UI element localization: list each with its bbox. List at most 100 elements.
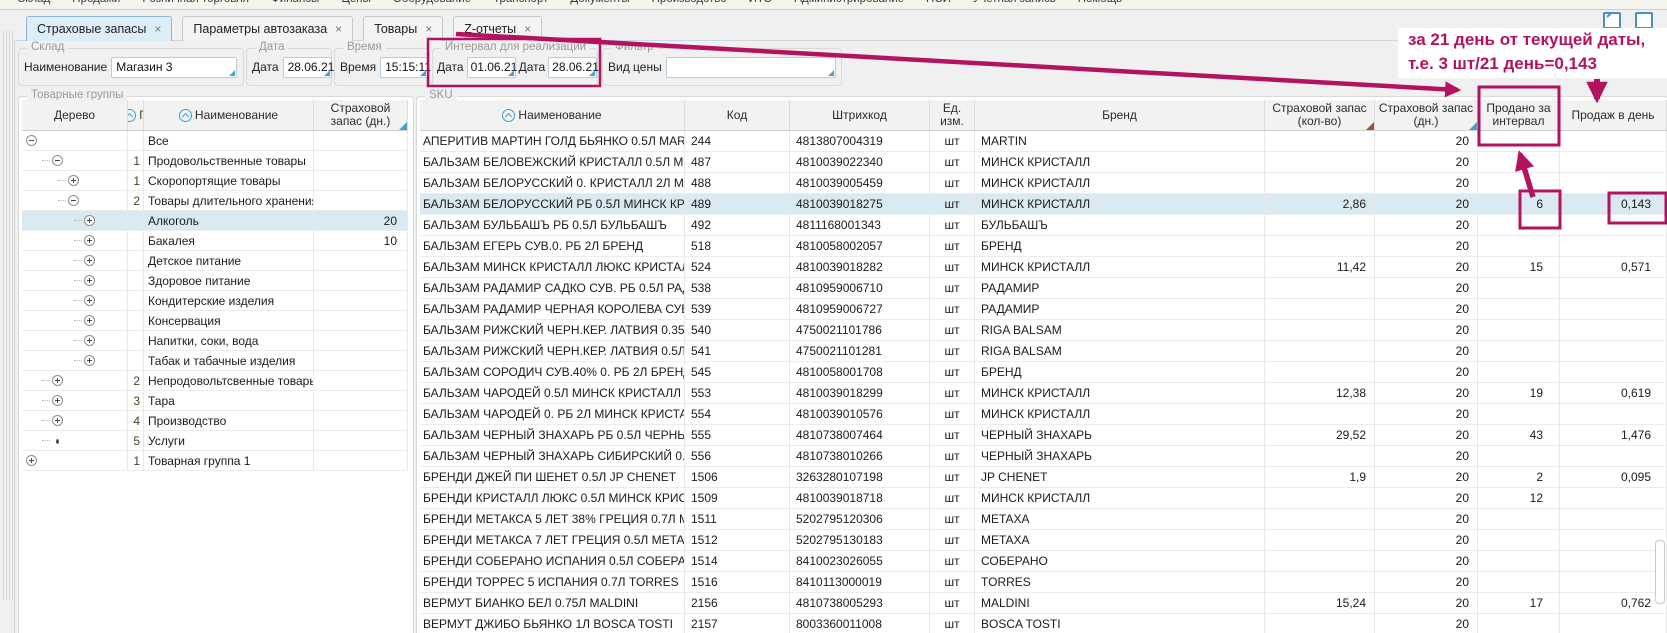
tab-Параметры автозаказа[interactable]: Параметры автозаказа× — [182, 16, 353, 41]
sku-row[interactable]: БАЛЬЗАМ ЧЕРНЫЙ ЗНАХАРЬ СИБИРСКИЙ 0.5Л ЧЕ… — [420, 446, 1667, 467]
expand-icon[interactable] — [52, 415, 63, 426]
tab-close-icon[interactable]: × — [335, 22, 342, 36]
sku-row[interactable]: БАЛЬЗАМ ЧАРОДЕЙ 0.5Л МИНСК КРИСТАЛЛ55348… — [420, 383, 1667, 404]
menu-item[interactable]: ИТО — [738, 0, 784, 5]
column-header[interactable]: Страховой запас (дн.) — [1375, 100, 1478, 130]
menu-item[interactable]: Учетная запись — [962, 0, 1067, 5]
sku-row[interactable]: БРЕНДИ МЕТАКСА 5 ЛЕТ 38% ГРЕЦИЯ 0.7Л МЕТ… — [420, 509, 1667, 530]
column-header[interactable]: Дерево — [22, 100, 128, 130]
sku-row[interactable]: БРЕНДИ СОБЕРАНО ИСПАНИЯ 0.5Л СОБЕРАНО151… — [420, 551, 1667, 572]
sku-row[interactable]: БАЛЬЗАМ РАДАМИР ЧЕРНАЯ КОРОЛЕВА СУВ 0.5Л… — [420, 299, 1667, 320]
collapse-icon[interactable] — [26, 135, 37, 146]
expand-icon[interactable] — [84, 275, 95, 286]
column-header[interactable]: Ед. изм. — [930, 100, 975, 130]
tab-Z-отчеты[interactable]: Z-отчеты× — [453, 16, 542, 41]
interval-from-combo[interactable]: 01.06.21 — [467, 57, 516, 78]
maximize-window-icon[interactable] — [1635, 12, 1653, 29]
column-header[interactable]: Код — [685, 100, 790, 130]
column-header[interactable]: Наименование — [420, 100, 685, 130]
tree-row[interactable]: Все — [22, 131, 408, 151]
tree-row[interactable]: Напитки, соки, вода — [22, 331, 408, 351]
collapsed-panel-splitter[interactable] — [9, 30, 10, 600]
tree-row[interactable]: 1Продовольственные товары — [22, 151, 408, 171]
tree-row[interactable]: Консервация — [22, 311, 408, 331]
tree-row[interactable]: Кондитерские изделия — [22, 291, 408, 311]
sku-row[interactable]: ВЕРМУТ ДЖИБО БЬЯНКО 1Л BOSCA TOSTI215780… — [420, 614, 1667, 633]
menu-item[interactable]: Склад — [6, 0, 61, 5]
menu-item[interactable]: Документы — [559, 0, 640, 5]
expand-icon[interactable] — [84, 315, 95, 326]
tab-Страховые запасы[interactable]: Страховые запасы× — [26, 16, 172, 41]
sku-row[interactable]: ВЕРМУТ БИАНКО БЕЛ 0.75Л MALDINI215648107… — [420, 593, 1667, 614]
tree-row[interactable]: 3Тара — [22, 391, 408, 411]
expand-icon[interactable] — [52, 375, 63, 386]
column-header[interactable]: П — [128, 100, 144, 130]
menu-item[interactable]: Помощь — [1067, 0, 1133, 5]
expand-icon[interactable] — [84, 295, 95, 306]
expand-icon[interactable] — [84, 355, 95, 366]
expand-icon[interactable] — [52, 395, 63, 406]
menu-item[interactable]: Оборудование — [382, 0, 482, 5]
column-header[interactable]: Штрихкод — [790, 100, 930, 130]
sku-row[interactable]: БАЛЬЗАМ БЕЛОРУССКИЙ 0. КРИСТАЛЛ 2Л МИНСК… — [420, 173, 1667, 194]
expand-icon[interactable] — [84, 235, 95, 246]
expand-icon[interactable] — [84, 335, 95, 346]
tab-Товары[interactable]: Товары× — [363, 16, 443, 41]
column-header[interactable]: Страховой запас (кол-во) — [1265, 100, 1375, 130]
menu-item[interactable]: Производство — [641, 0, 738, 5]
sku-row[interactable]: БАЛЬЗАМ РИЖСКИЙ ЧЕРН.КЕР. ЛАТВИЯ 0.35Л R… — [420, 320, 1667, 341]
menu-item[interactable]: Розничная торговля — [131, 0, 260, 5]
time-combo[interactable]: 15:15:11 — [380, 57, 428, 78]
sku-row[interactable]: БАЛЬЗАМ БЕЛОВЕЖСКИЙ КРИСТАЛЛ 0.5Л МИНСК … — [420, 152, 1667, 173]
menu-item[interactable]: Администрирование — [783, 0, 915, 5]
column-header[interactable]: Наименование — [144, 100, 314, 130]
tab-close-icon[interactable]: × — [425, 22, 432, 36]
collapsed-panel-splitter[interactable] — [6, 30, 7, 600]
sku-row[interactable]: БАЛЬЗАМ ЧЕРНЫЙ ЗНАХАРЬ РБ 0.5Л ЧЕРНЫЙ ЗН… — [420, 425, 1667, 446]
restore-window-icon[interactable] — [1603, 12, 1621, 29]
sku-row[interactable]: БАЛЬЗАМ РИЖСКИЙ ЧЕРН.КЕР. ЛАТВИЯ 0.5Л RI… — [420, 341, 1667, 362]
menu-item[interactable]: Продажи — [61, 0, 131, 5]
tree-row[interactable]: Табак и табачные изделия — [22, 351, 408, 371]
menu-item[interactable]: НСИ — [915, 0, 962, 5]
warehouse-combo[interactable]: Магазин 3 — [111, 57, 237, 78]
sku-row[interactable]: БРЕНДИ КРИСТАЛЛ ЛЮКС 0.5Л МИНСК КРИСТАЛЛ… — [420, 488, 1667, 509]
tab-close-icon[interactable]: × — [154, 22, 161, 36]
sku-row[interactable]: БАЛЬЗАМ БЕЛОРУССКИЙ РБ 0.5Л МИНСК КРИСТА… — [420, 194, 1667, 215]
collapsed-panel-splitter[interactable] — [3, 30, 4, 600]
expand-icon[interactable] — [84, 255, 95, 266]
vertical-scrollbar-thumb[interactable] — [1655, 540, 1665, 604]
column-header[interactable]: Продаж в день — [1560, 100, 1667, 130]
collapsed-panel-splitter[interactable] — [12, 30, 13, 600]
collapse-icon[interactable] — [68, 195, 79, 206]
tab-close-icon[interactable]: × — [524, 22, 531, 36]
menu-item[interactable]: Транспорт — [482, 0, 559, 5]
menu-item[interactable]: Финансы — [260, 0, 330, 5]
menu-item[interactable]: Цены — [330, 0, 382, 5]
tree-row[interactable]: Алкоголь20 — [22, 211, 408, 231]
sku-row[interactable]: БАЛЬЗАМ БУЛЬБАШЪ РБ 0.5Л БУЛЬБАШЪ4924811… — [420, 215, 1667, 236]
tree-row[interactable]: Бакалея10 — [22, 231, 408, 251]
sku-row[interactable]: БРЕНДИ МЕТАКСА 7 ЛЕТ ГРЕЦИЯ 0.5Л МЕТАХА1… — [420, 530, 1667, 551]
tree-row[interactable]: 1Товарная группа 1 — [22, 451, 408, 471]
sku-row[interactable]: БАЛЬЗАМ СОРОДИЧ СУВ.40% 0. РБ 2Л БРЕНД54… — [420, 362, 1667, 383]
sku-row[interactable]: БАЛЬЗАМ РАДАМИР САДКО СУВ. РБ 0.5Л РАДАМ… — [420, 278, 1667, 299]
sku-row[interactable]: БРЕНДИ ТОРРЕС 5 ИСПАНИЯ 0.7Л TORRES15168… — [420, 572, 1667, 593]
sku-row[interactable]: БАЛЬЗАМ ЕГЕРЬ СУВ.0. РБ 2Л БРЕНД51848100… — [420, 236, 1667, 257]
date-combo[interactable]: 28.06.21 — [283, 57, 332, 78]
tree-row[interactable]: 2Непродовольтсвенные товары — [22, 371, 408, 391]
price-type-combo[interactable] — [666, 57, 836, 78]
expand-icon[interactable] — [68, 175, 79, 186]
tree-row[interactable]: 2Товары длительного хранения — [22, 191, 408, 211]
sku-row[interactable]: БРЕНДИ ДЖЕЙ ПИ ШЕНЕТ 0.5Л JP CHENET15063… — [420, 467, 1667, 488]
expand-icon[interactable] — [84, 215, 95, 226]
tree-row[interactable]: 5Услуги — [22, 431, 408, 451]
column-header[interactable]: Страховой запас (дн.) — [314, 100, 408, 130]
sku-row[interactable]: БАЛЬЗАМ ЧАРОДЕЙ 0. РБ 2Л МИНСК КРИСТАЛЛ5… — [420, 404, 1667, 425]
column-header[interactable]: Продано за интервал — [1478, 100, 1560, 130]
tree-row[interactable]: 1Скоропортящие товары — [22, 171, 408, 191]
tree-row[interactable]: Здоровое питание — [22, 271, 408, 291]
expand-icon[interactable] — [26, 455, 37, 466]
tree-row[interactable]: Детское питание — [22, 251, 408, 271]
sku-row[interactable]: АПЕРИТИВ МАРТИН ГОЛД БЬЯНКО 0.5Л MARTIN2… — [420, 131, 1667, 152]
